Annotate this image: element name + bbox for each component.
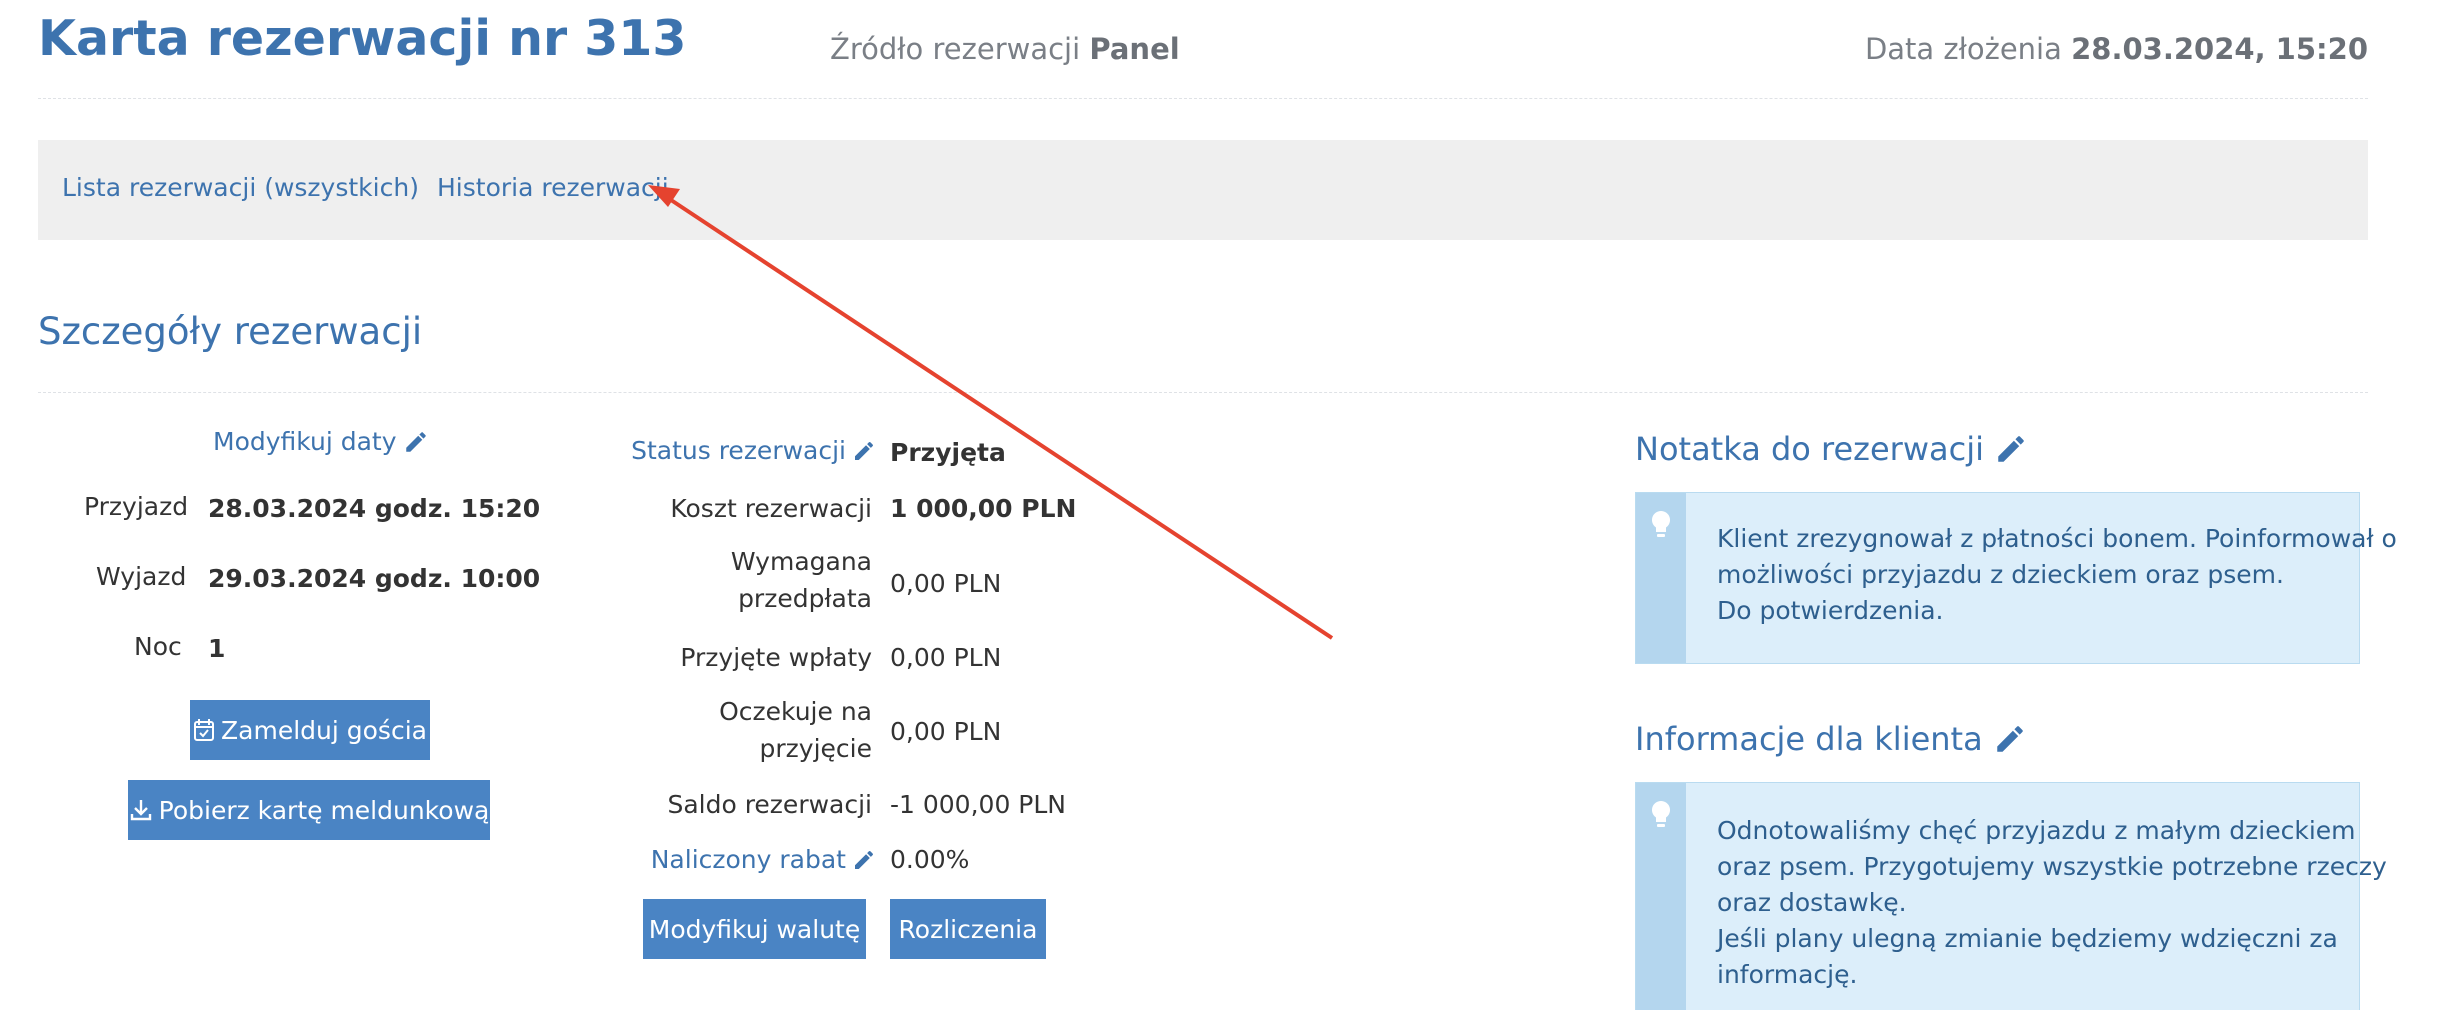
pending-label-line1: Oczekuje na: [719, 697, 872, 726]
arrival-value: 28.03.2024 godz. 15:20: [208, 494, 541, 523]
client-info-box: Odnotowaliśmy chęć przyjazdu z małym dzi…: [1635, 782, 2387, 1010]
date-label: Data złożenia: [1864, 32, 2062, 66]
note-strip: [1636, 783, 1686, 1010]
prepayment-label-line1: Wymagana: [730, 547, 872, 576]
status-value: Przyjęta: [890, 438, 1006, 467]
note-line: możliwości przyjazdu z dzieckiem oraz ps…: [1717, 560, 2284, 589]
discount-link[interactable]: Naliczony rabat: [651, 845, 876, 874]
client-info-title: Informacje dla klienta: [1635, 720, 1983, 758]
prepayment-value: 0,00 PLN: [890, 569, 1002, 598]
note-strip: [1636, 493, 1686, 663]
pencil-icon[interactable]: [1993, 722, 2027, 756]
submission-date: Data złożenia 28.03.2024, 15:20: [1865, 32, 2368, 66]
pending-value: 0,00 PLN: [890, 717, 1002, 746]
status-label: Status rezerwacji: [631, 436, 846, 465]
note-line: Do potwierdzenia.: [1717, 596, 1944, 625]
payments-value: 0,00 PLN: [890, 643, 1002, 672]
section-divider: [38, 392, 2368, 393]
reservation-note-heading: Notatka do rezerwacji: [1635, 430, 2028, 468]
discount-label: Naliczony rabat: [650, 845, 846, 874]
modify-dates-label: Modyfikuj daty: [213, 427, 397, 456]
departure-label: Wyjazd: [96, 562, 187, 591]
checkin-guest-button[interactable]: Zamelduj gościa: [190, 700, 430, 760]
pencil-icon: [852, 848, 876, 872]
client-info-line: oraz dostawkę.: [1717, 888, 1907, 917]
nav-link-reservation-list[interactable]: Lista rezerwacji (wszystkich): [62, 173, 419, 202]
date-value: 28.03.2024, 15:20: [2071, 32, 2368, 66]
header-divider: [38, 98, 2368, 99]
reservation-note-box: Klient zrezygnował z płatności bonem. Po…: [1635, 492, 2397, 664]
client-info-heading: Informacje dla klienta: [1635, 720, 2027, 758]
reservation-source: Źródło rezerwacji Panel: [830, 32, 1180, 66]
lightbulb-icon: [1649, 509, 1673, 541]
balance-value: -1 000,00 PLN: [890, 790, 1067, 819]
pencil-icon[interactable]: [1994, 432, 2028, 466]
discount-value: 0.00%: [890, 845, 970, 874]
client-info-line: Jeśli plany ulegną zmianie będziemy wdzi…: [1717, 924, 2338, 953]
nights-value: 1: [208, 634, 226, 663]
pencil-icon: [852, 439, 876, 463]
note-line: Klient zrezygnował z płatności bonem. Po…: [1717, 524, 2397, 553]
client-info-line: Odnotowaliśmy chęć przyjazdu z małym dzi…: [1717, 816, 2356, 845]
arrival-label: Przyjazd: [84, 492, 189, 521]
client-info-line: informację.: [1717, 960, 1858, 989]
calendar-check-icon: [193, 718, 215, 742]
pencil-icon: [403, 429, 429, 455]
client-info-text: Odnotowaliśmy chęć przyjazdu z małym dzi…: [1717, 813, 2387, 993]
settlements-button[interactable]: Rozliczenia: [890, 899, 1046, 959]
cost-label: Koszt rezerwacji: [670, 494, 872, 523]
settlements-label: Rozliczenia: [898, 914, 1038, 944]
download-icon: [129, 798, 153, 822]
section-title: Szczegóły rezerwacji: [38, 310, 423, 353]
download-registration-card-label: Pobierz kartę meldunkową: [158, 795, 490, 825]
modify-currency-label: Modyfikuj walutę: [648, 914, 861, 944]
nav-link-reservation-history[interactable]: Historia rezerwacji: [437, 173, 669, 202]
page-title: Karta rezerwacji nr 313: [38, 10, 687, 67]
pending-label-line2: przyjęcie: [759, 734, 872, 763]
source-label: Źródło rezerwacji: [830, 32, 1081, 66]
prepayment-label-line2: przedpłata: [738, 584, 872, 613]
client-info-line: oraz psem. Przygotujemy wszystkie potrze…: [1717, 852, 2387, 881]
reservation-note-title: Notatka do rezerwacji: [1635, 430, 1984, 468]
reservation-note-text: Klient zrezygnował z płatności bonem. Po…: [1717, 521, 2397, 629]
source-value: Panel: [1089, 32, 1180, 66]
balance-label: Saldo rezerwacji: [667, 790, 872, 819]
cost-value: 1 000,00 PLN: [890, 494, 1077, 523]
download-registration-card-button[interactable]: Pobierz kartę meldunkową: [128, 780, 490, 840]
checkin-guest-label: Zamelduj gościa: [221, 715, 427, 745]
modify-dates-link[interactable]: Modyfikuj daty: [213, 427, 429, 456]
payments-label: Przyjęte wpłaty: [680, 643, 872, 672]
nights-label: Noc: [134, 632, 182, 661]
departure-value: 29.03.2024 godz. 10:00: [208, 564, 541, 593]
modify-currency-button[interactable]: Modyfikuj walutę: [643, 899, 866, 959]
lightbulb-icon: [1649, 799, 1673, 831]
reservation-status-link[interactable]: Status rezerwacji: [631, 436, 876, 465]
